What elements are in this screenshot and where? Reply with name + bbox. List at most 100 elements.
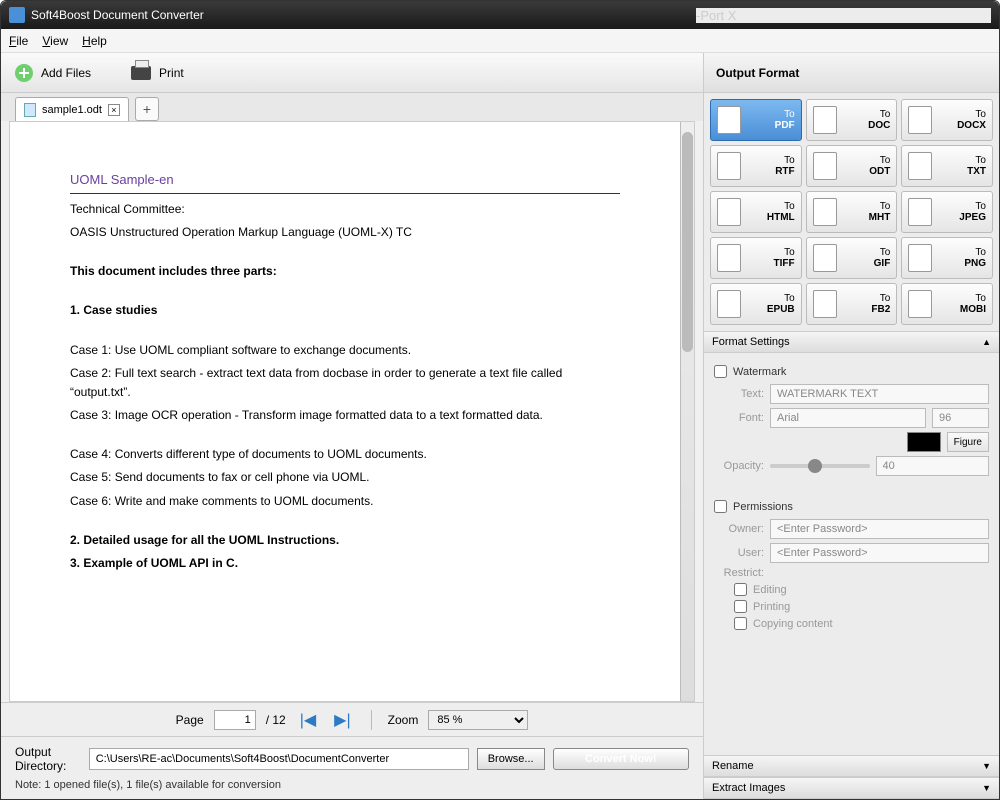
restrict-copying-checkbox[interactable]	[734, 617, 747, 630]
expand-icon: ▼	[982, 783, 991, 793]
owner-label: Owner:	[714, 523, 764, 535]
format-odt-button[interactable]: ToODT	[806, 145, 898, 187]
pdf-icon	[717, 106, 741, 134]
docx-icon	[908, 106, 932, 134]
scroll-thumb[interactable]	[682, 132, 693, 352]
format-html-button[interactable]: ToHTML	[710, 191, 802, 233]
zoom-select[interactable]: 85 %	[428, 710, 528, 730]
wm-opacity-input[interactable]	[876, 456, 990, 476]
app-title: Soft4Boost Document Converter	[31, 8, 204, 22]
format-mobi-button[interactable]: ToMOBI	[901, 283, 993, 325]
restrict-editing-checkbox[interactable]	[734, 583, 747, 596]
owner-password-input[interactable]	[770, 519, 989, 539]
last-page-button[interactable]: ▶|	[330, 710, 354, 730]
status-note: Note: 1 opened file(s), 1 file(s) availa…	[15, 779, 689, 791]
format-epub-button[interactable]: ToEPUB	[710, 283, 802, 325]
format-png-button[interactable]: ToPNG	[901, 237, 993, 279]
restrict-printing-checkbox[interactable]	[734, 600, 747, 613]
watermark-label: Watermark	[733, 366, 786, 378]
format-rtf-button[interactable]: ToRTF	[710, 145, 802, 187]
close-tab-button[interactable]: ×	[108, 104, 120, 116]
jpeg-icon	[908, 198, 932, 226]
format-gif-button[interactable]: ToGIF	[806, 237, 898, 279]
html-icon	[717, 198, 741, 226]
mobi-icon	[908, 290, 932, 318]
app-window: Soft4Boost Document Converter -Port X Fi…	[0, 0, 1000, 800]
doc-c4: Case 4: Converts different type of docum…	[70, 445, 620, 464]
preview-scrollbar[interactable]	[680, 122, 694, 701]
page-total: / 12	[266, 713, 286, 727]
doc-parts: This document includes three parts:	[70, 262, 620, 281]
wm-figure-button[interactable]: Figure	[947, 432, 989, 452]
menu-help[interactable]: Help	[82, 34, 107, 48]
page-input[interactable]	[214, 710, 256, 730]
rename-section[interactable]: Rename▼	[704, 755, 999, 777]
format-jpeg-button[interactable]: ToJPEG	[901, 191, 993, 233]
doc-c1: Case 1: Use UOML compliant software to e…	[70, 341, 620, 360]
wm-text-input[interactable]	[770, 384, 989, 404]
add-icon	[15, 64, 33, 82]
print-label: Print	[159, 66, 184, 80]
user-label: User:	[714, 547, 764, 559]
menu-file[interactable]: File	[9, 34, 28, 48]
txt-icon	[908, 152, 932, 180]
format-settings-title[interactable]: Format Settings▲	[704, 331, 999, 353]
print-icon	[131, 66, 151, 80]
permissions-label: Permissions	[733, 501, 793, 513]
extract-images-section[interactable]: Extract Images▼	[704, 777, 999, 799]
tab-label: sample1.odt	[42, 104, 102, 116]
wm-color-picker[interactable]	[907, 432, 941, 452]
bottom-bar: Output Directory: Browse... Convert Now!…	[1, 736, 703, 799]
right-panel: Output Format ToPDFToDOCToDOCX ToRTFToODT…	[704, 53, 999, 799]
port-label: -Port X	[696, 8, 991, 23]
format-docx-button[interactable]: ToDOCX	[901, 99, 993, 141]
output-dir-input[interactable]	[89, 748, 469, 770]
pager-bar: Page / 12 |◀ ▶| Zoom 85 %	[1, 702, 703, 736]
add-files-button[interactable]: Add Files	[15, 64, 91, 82]
watermark-checkbox[interactable]	[714, 365, 727, 378]
convert-button[interactable]: Convert Now!	[553, 748, 689, 770]
zoom-label: Zoom	[388, 713, 419, 727]
fb2-icon	[813, 290, 837, 318]
wm-font-input[interactable]	[770, 408, 926, 428]
preview-area: UOML Sample-en Technical Committee: OASI…	[9, 121, 695, 702]
odt-icon	[813, 152, 837, 180]
toolbar: Add Files Print	[1, 53, 703, 93]
left-pane: Add Files Print sample1.odt × + UOML Sam…	[1, 53, 704, 799]
wm-opacity-label: Opacity:	[714, 460, 764, 472]
add-files-label: Add Files	[41, 66, 91, 80]
menubar: File View Help	[1, 29, 999, 53]
document-tab[interactable]: sample1.odt ×	[15, 97, 129, 121]
first-page-button[interactable]: |◀	[296, 710, 320, 730]
format-tiff-button[interactable]: ToTIFF	[710, 237, 802, 279]
format-doc-button[interactable]: ToDOC	[806, 99, 898, 141]
wm-size-input[interactable]	[932, 408, 989, 428]
expand-icon: ▼	[982, 761, 991, 771]
slider-knob[interactable]	[808, 459, 822, 473]
print-button[interactable]: Print	[131, 66, 184, 80]
format-fb2-button[interactable]: ToFB2	[806, 283, 898, 325]
document-icon	[24, 103, 36, 117]
browse-button[interactable]: Browse...	[477, 748, 545, 770]
document-preview: UOML Sample-en Technical Committee: OASI…	[10, 122, 680, 701]
page-label: Page	[176, 713, 204, 727]
titlebar: Soft4Boost Document Converter -Port X	[1, 1, 999, 29]
doc-c6: Case 6: Write and make comments to UOML …	[70, 492, 620, 511]
doc-s2: 2. Detailed usage for all the UOML Instr…	[70, 531, 620, 550]
doc-title: UOML Sample-en	[70, 170, 620, 194]
doc-committee: Technical Committee:	[70, 200, 620, 219]
formats-grid: ToPDFToDOCToDOCXToRTFToODTToTXTToHTMLToM…	[704, 93, 999, 331]
format-txt-button[interactable]: ToTXT	[901, 145, 993, 187]
doc-s1: 1. Case studies	[70, 301, 620, 320]
format-mht-button[interactable]: ToMHT	[806, 191, 898, 233]
format-pdf-button[interactable]: ToPDF	[710, 99, 802, 141]
collapse-icon: ▲	[982, 337, 991, 347]
permissions-checkbox[interactable]	[714, 500, 727, 513]
user-password-input[interactable]	[770, 543, 989, 563]
add-tab-button[interactable]: +	[135, 97, 159, 121]
output-format-title: Output Format	[704, 53, 999, 93]
app-logo-icon	[9, 7, 25, 23]
menu-view[interactable]: View	[42, 34, 68, 48]
output-dir-label: Output Directory:	[15, 745, 81, 773]
wm-opacity-slider[interactable]	[770, 464, 870, 468]
